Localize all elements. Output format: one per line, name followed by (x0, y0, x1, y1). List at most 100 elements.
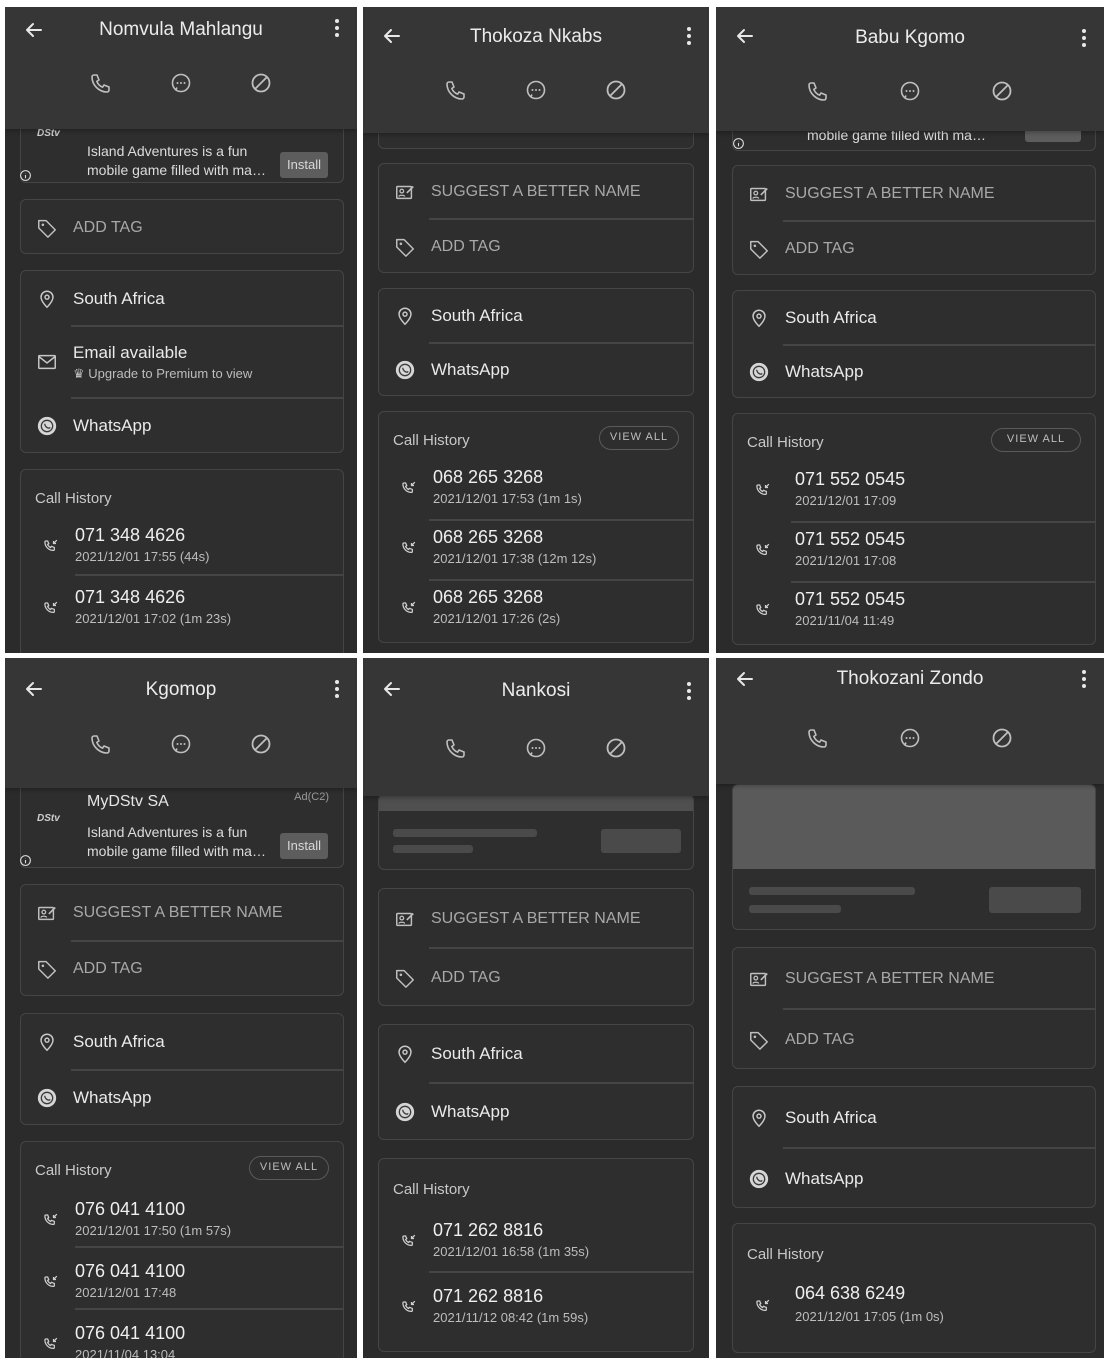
info-card: South Africa WhatsApp (20, 1013, 344, 1125)
block-icon[interactable] (249, 732, 273, 756)
call-entry[interactable]: 071 348 4626 2021/12/01 17:55 (44s) (21, 520, 343, 582)
crown-icon: ♛ (73, 365, 89, 381)
call-meta: 2021/12/01 17:09 (795, 493, 897, 508)
call-meta: 2021/12/01 17:26 (2s) (433, 611, 561, 626)
call-history-card: Call History VIEW ALL 076 041 4100 2021/… (20, 1141, 344, 1358)
whatsapp-row[interactable]: WhatsApp (379, 1083, 693, 1139)
call-meta: 2021/12/01 17:48 (75, 1285, 177, 1300)
call-number: 068 265 3268 (433, 587, 544, 607)
call-entry[interactable]: 068 265 3268 2021/12/01 17:26 (2s) (379, 582, 693, 640)
add-tag-label: ADD TAG (431, 237, 501, 255)
more-vert-icon[interactable] (1076, 664, 1092, 694)
back-arrow-icon[interactable] (19, 674, 49, 704)
ad-logo: DStv (37, 128, 60, 139)
back-arrow-icon[interactable] (377, 21, 407, 51)
call-number: 071 552 0545 (795, 529, 906, 549)
message-icon[interactable] (169, 71, 193, 95)
call-meta: 2021/12/01 17:53 (1m 1s) (433, 491, 582, 506)
view-all-button[interactable]: VIEW ALL (249, 1156, 329, 1180)
suggest-name-row[interactable]: SUGGEST A BETTER NAME (379, 889, 693, 948)
email-row[interactable]: Email available ♛ Upgrade to Premium to … (21, 327, 343, 397)
back-arrow-icon[interactable] (730, 664, 760, 694)
message-icon[interactable] (524, 736, 548, 760)
phone-icon[interactable] (444, 736, 468, 760)
call-entry[interactable]: 071 552 0545 2021/12/01 17:09 (733, 464, 1095, 522)
add-tag-row[interactable]: ADD TAG (21, 941, 343, 995)
contact-name: Nomvula Mahlangu (99, 19, 263, 40)
install-button[interactable]: Install (280, 152, 328, 178)
call-entry[interactable]: 076 041 4100 2021/12/01 17:48 (21, 1256, 343, 1316)
info-icon[interactable] (732, 137, 745, 155)
ad-card[interactable]: DStv MyDStv SA Ad(C2) Island Adventures … (20, 782, 344, 868)
call-entry[interactable]: 071 552 0545 2021/12/01 17:08 (733, 524, 1095, 582)
block-icon[interactable] (249, 71, 273, 95)
block-icon[interactable] (604, 736, 628, 760)
suggest-name-label: SUGGEST A BETTER NAME (73, 904, 283, 921)
add-tag-row[interactable]: ADD TAG (733, 221, 1095, 274)
more-vert-icon[interactable] (681, 21, 697, 51)
call-number: 068 265 3268 (433, 467, 544, 487)
call-entry[interactable]: 071 348 4626 2021/12/01 17:02 (1m 23s) (21, 582, 343, 644)
info-icon[interactable] (19, 169, 32, 187)
call-meta: 2021/12/01 17:50 (1m 57s) (75, 1223, 232, 1238)
message-icon[interactable] (169, 732, 193, 756)
block-icon[interactable] (990, 79, 1014, 103)
ad-title: MyDStv SA (87, 793, 169, 810)
call-entry[interactable]: 076 041 4100 2021/11/04 13:04 (21, 1318, 343, 1358)
suggest-name-row[interactable]: SUGGEST A BETTER NAME (21, 885, 343, 941)
whatsapp-row[interactable]: WhatsApp (21, 398, 343, 452)
call-number: 064 638 6249 (795, 1283, 906, 1303)
location-label: South Africa (785, 308, 877, 327)
whatsapp-label: WhatsApp (785, 362, 864, 381)
whatsapp-row[interactable]: WhatsApp (21, 1070, 343, 1124)
call-entry[interactable]: 064 638 6249 2021/12/01 17:05 (1m 0s) (733, 1282, 1095, 1344)
add-tag-label: ADD TAG (431, 968, 501, 986)
suggest-name-row[interactable]: SUGGEST A BETTER NAME (379, 164, 693, 219)
info-card: South Africa WhatsApp (732, 1086, 1096, 1208)
add-tag-row[interactable]: ADD TAG (733, 1009, 1095, 1068)
more-vert-icon[interactable] (329, 674, 345, 704)
back-arrow-icon[interactable] (19, 15, 49, 45)
suggest-name-row[interactable]: SUGGEST A BETTER NAME (733, 948, 1095, 1009)
call-entry[interactable]: 068 265 3268 2021/12/01 17:53 (1m 1s) (379, 462, 693, 520)
message-icon[interactable] (898, 726, 922, 750)
call-meta: 2021/12/01 17:02 (1m 23s) (75, 611, 232, 626)
call-entry[interactable]: 076 041 4100 2021/12/01 17:50 (1m 57s) (21, 1194, 343, 1254)
whatsapp-row[interactable]: WhatsApp (379, 343, 693, 395)
call-entry[interactable]: 071 262 8816 2021/12/01 16:58 (1m 35s) (379, 1215, 693, 1277)
email-icon (21, 351, 73, 373)
more-vert-icon[interactable] (1076, 23, 1092, 53)
location-row: South Africa (379, 289, 693, 343)
phone-icon[interactable] (444, 78, 468, 102)
info-card: South Africa Email available ♛ Upgrade t… (20, 270, 344, 453)
contact-name: Kgomop (145, 679, 217, 700)
add-tag-row[interactable]: ADD TAG (379, 219, 693, 272)
phone-icon[interactable] (89, 71, 113, 95)
view-all-button[interactable]: VIEW ALL (991, 428, 1081, 452)
phone-icon[interactable] (89, 732, 113, 756)
suggest-name-row[interactable]: SUGGEST A BETTER NAME (733, 166, 1095, 221)
call-entry[interactable]: 071 552 0545 2021/11/04 11:49 (733, 584, 1095, 642)
block-icon[interactable] (604, 78, 628, 102)
back-arrow-icon[interactable] (730, 21, 760, 51)
view-all-button[interactable]: VIEW ALL (599, 426, 679, 450)
whatsapp-row[interactable]: WhatsApp (733, 345, 1095, 397)
call-entry[interactable]: 068 265 3268 2021/12/01 17:38 (12m 12s) (379, 522, 693, 580)
install-button[interactable]: Install (280, 833, 328, 859)
message-icon[interactable] (524, 78, 548, 102)
call-history-title: Call History (393, 1181, 470, 1198)
more-vert-icon[interactable] (329, 13, 345, 43)
call-history-title: Call History (747, 1246, 824, 1263)
add-tag-row[interactable]: ADD TAG (21, 200, 343, 253)
more-vert-icon[interactable] (681, 676, 697, 706)
add-tag-row[interactable]: ADD TAG (379, 948, 693, 1005)
whatsapp-row[interactable]: WhatsApp (733, 1148, 1095, 1207)
back-arrow-icon[interactable] (377, 674, 407, 704)
block-icon[interactable] (990, 726, 1014, 750)
message-icon[interactable] (898, 79, 922, 103)
phone-icon[interactable] (806, 726, 830, 750)
call-entry[interactable]: 071 262 8816 2021/11/12 08:42 (1m 59s) (379, 1281, 693, 1343)
info-card: South Africa WhatsApp (378, 1024, 694, 1140)
info-icon[interactable] (19, 854, 32, 872)
phone-icon[interactable] (806, 79, 830, 103)
